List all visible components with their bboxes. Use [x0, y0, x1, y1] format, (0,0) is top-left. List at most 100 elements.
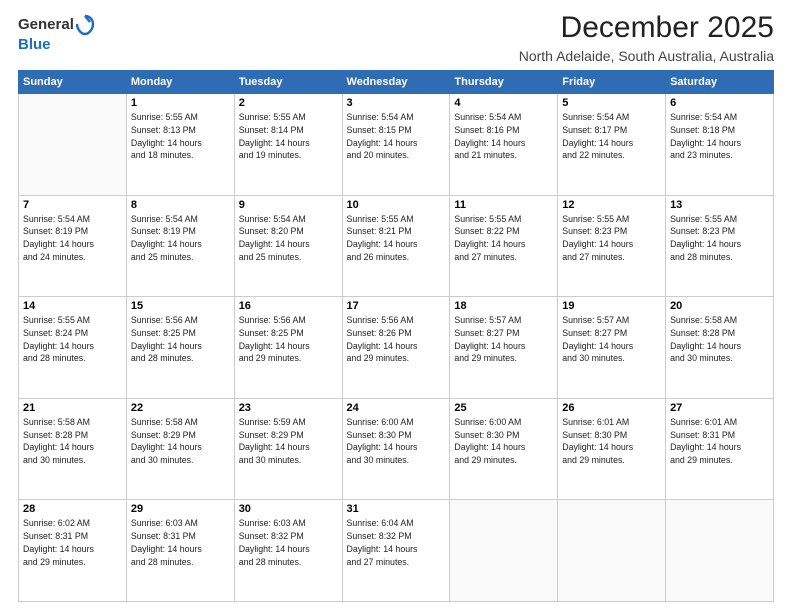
day-info: Sunrise: 6:03 AMSunset: 8:32 PMDaylight:…	[239, 517, 338, 568]
day-number: 15	[131, 300, 230, 312]
day-number: 7	[23, 199, 122, 211]
main-title: December 2025	[519, 10, 774, 46]
day-number: 26	[562, 402, 661, 414]
logo-blue: Blue	[18, 36, 51, 53]
logo: General Blue	[18, 14, 94, 54]
col-monday: Monday	[126, 71, 234, 94]
col-thursday: Thursday	[450, 71, 558, 94]
calendar-cell: 28Sunrise: 6:02 AMSunset: 8:31 PMDayligh…	[19, 500, 127, 602]
calendar-cell: 17 Sunrise: 5:56 AMSunset: 8:26 PMDayligh…	[342, 297, 450, 399]
calendar-header: Sunday Monday Tuesday Wednesday Thursday…	[19, 71, 774, 94]
day-info: Sunrise: 5:59 AMSunset: 8:29 PMDaylight:…	[239, 416, 338, 467]
calendar-cell: 5 Sunrise: 5:54 AMSunset: 8:17 PMDaylight…	[558, 94, 666, 196]
day-info: Sunrise: 5:54 AMSunset: 8:19 PMDaylight:…	[131, 213, 230, 264]
calendar-cell: 31 Sunrise: 6:04 AMSunset: 8:32 PMDayligh…	[342, 500, 450, 602]
day-number: 14	[23, 300, 122, 312]
title-block: December 2025 North Adelaide, South Aust…	[519, 10, 774, 64]
day-info: Sunrise: 5:55 AMSunset: 8:22 PMDaylight:…	[454, 213, 553, 264]
page: General Blue December 2025 North Adelaid…	[0, 0, 792, 612]
logo-general: General	[18, 16, 74, 34]
day-number: 4	[454, 97, 553, 109]
day-number: 6	[670, 97, 769, 109]
calendar-cell: 30 Sunrise: 6:03 AMSunset: 8:32 PMDayligh…	[234, 500, 342, 602]
day-info: Sunrise: 5:56 AMSunset: 8:26 PMDaylight:…	[347, 314, 446, 365]
day-info: Sunrise: 5:54 AMSunset: 8:16 PMDaylight:…	[454, 111, 553, 162]
calendar-week-5: 28Sunrise: 6:02 AMSunset: 8:31 PMDayligh…	[19, 500, 774, 602]
weekday-row: Sunday Monday Tuesday Wednesday Thursday…	[19, 71, 774, 94]
calendar-cell: 26Sunrise: 6:01 AMSunset: 8:30 PMDayligh…	[558, 398, 666, 500]
day-info: Sunrise: 6:03 AMSunset: 8:31 PMDaylight:…	[131, 517, 230, 568]
calendar-cell: 8 Sunrise: 5:54 AMSunset: 8:19 PMDaylight…	[126, 195, 234, 297]
day-number: 5	[562, 97, 661, 109]
day-number: 23	[239, 402, 338, 414]
day-info: Sunrise: 6:04 AMSunset: 8:32 PMDaylight:…	[347, 517, 446, 568]
day-info: Sunrise: 5:58 AMSunset: 8:28 PMDaylight:…	[670, 314, 769, 365]
day-info: Sunrise: 6:01 AMSunset: 8:31 PMDaylight:…	[670, 416, 769, 467]
col-wednesday: Wednesday	[342, 71, 450, 94]
calendar-cell: 16 Sunrise: 5:56 AMSunset: 8:25 PMDayligh…	[234, 297, 342, 399]
day-number: 19	[562, 300, 661, 312]
calendar-table: Sunday Monday Tuesday Wednesday Thursday…	[18, 70, 774, 602]
calendar-cell: 4 Sunrise: 5:54 AMSunset: 8:16 PMDaylight…	[450, 94, 558, 196]
day-number: 17	[347, 300, 446, 312]
calendar-cell: 25Sunrise: 6:00 AMSunset: 8:30 PMDayligh…	[450, 398, 558, 500]
calendar-cell: 1Sunrise: 5:55 AMSunset: 8:13 PMDaylight…	[126, 94, 234, 196]
calendar-cell: 6 Sunrise: 5:54 AMSunset: 8:18 PMDaylight…	[666, 94, 774, 196]
calendar-cell	[19, 94, 127, 196]
day-info: Sunrise: 5:57 AMSunset: 8:27 PMDaylight:…	[454, 314, 553, 365]
day-info: Sunrise: 5:55 AMSunset: 8:23 PMDaylight:…	[670, 213, 769, 264]
calendar-cell: 7 Sunrise: 5:54 AMSunset: 8:19 PMDaylight…	[19, 195, 127, 297]
day-number: 2	[239, 97, 338, 109]
calendar-cell: 19Sunrise: 5:57 AMSunset: 8:27 PMDayligh…	[558, 297, 666, 399]
calendar-week-2: 7 Sunrise: 5:54 AMSunset: 8:19 PMDaylight…	[19, 195, 774, 297]
calendar-cell: 13 Sunrise: 5:55 AMSunset: 8:23 PMDayligh…	[666, 195, 774, 297]
day-number: 24	[347, 402, 446, 414]
day-number: 18	[454, 300, 553, 312]
calendar-cell: 15 Sunrise: 5:56 AMSunset: 8:25 PMDayligh…	[126, 297, 234, 399]
day-number: 30	[239, 503, 338, 515]
day-number: 16	[239, 300, 338, 312]
day-info: Sunrise: 5:54 AMSunset: 8:19 PMDaylight:…	[23, 213, 122, 264]
calendar-week-3: 14 Sunrise: 5:55 AMSunset: 8:24 PMDayligh…	[19, 297, 774, 399]
day-info: Sunrise: 5:54 AMSunset: 8:17 PMDaylight:…	[562, 111, 661, 162]
day-number: 10	[347, 199, 446, 211]
day-number: 27	[670, 402, 769, 414]
day-number: 1	[131, 97, 230, 109]
calendar-cell: 14 Sunrise: 5:55 AMSunset: 8:24 PMDayligh…	[19, 297, 127, 399]
col-tuesday: Tuesday	[234, 71, 342, 94]
day-info: Sunrise: 5:54 AMSunset: 8:18 PMDaylight:…	[670, 111, 769, 162]
day-number: 21	[23, 402, 122, 414]
calendar-cell: 12Sunrise: 5:55 AMSunset: 8:23 PMDayligh…	[558, 195, 666, 297]
col-sunday: Sunday	[19, 71, 127, 94]
calendar-cell: 21 Sunrise: 5:58 AMSunset: 8:28 PMDayligh…	[19, 398, 127, 500]
day-info: Sunrise: 5:54 AMSunset: 8:15 PMDaylight:…	[347, 111, 446, 162]
day-number: 3	[347, 97, 446, 109]
day-number: 13	[670, 199, 769, 211]
calendar-cell: 22Sunrise: 5:58 AMSunset: 8:29 PMDayligh…	[126, 398, 234, 500]
calendar-cell: 18 Sunrise: 5:57 AMSunset: 8:27 PMDayligh…	[450, 297, 558, 399]
logo-icon	[76, 14, 94, 36]
day-info: Sunrise: 5:56 AMSunset: 8:25 PMDaylight:…	[131, 314, 230, 365]
day-number: 22	[131, 402, 230, 414]
day-info: Sunrise: 6:00 AMSunset: 8:30 PMDaylight:…	[347, 416, 446, 467]
col-saturday: Saturday	[666, 71, 774, 94]
calendar-cell	[450, 500, 558, 602]
calendar-cell: 9Sunrise: 5:54 AMSunset: 8:20 PMDaylight…	[234, 195, 342, 297]
day-info: Sunrise: 5:56 AMSunset: 8:25 PMDaylight:…	[239, 314, 338, 365]
calendar-cell: 24 Sunrise: 6:00 AMSunset: 8:30 PMDayligh…	[342, 398, 450, 500]
day-number: 31	[347, 503, 446, 515]
day-number: 25	[454, 402, 553, 414]
col-friday: Friday	[558, 71, 666, 94]
day-info: Sunrise: 5:55 AMSunset: 8:24 PMDaylight:…	[23, 314, 122, 365]
calendar-cell: 11Sunrise: 5:55 AMSunset: 8:22 PMDayligh…	[450, 195, 558, 297]
sub-title: North Adelaide, South Australia, Austral…	[519, 48, 774, 64]
day-number: 28	[23, 503, 122, 515]
day-info: Sunrise: 5:55 AMSunset: 8:21 PMDaylight:…	[347, 213, 446, 264]
day-number: 8	[131, 199, 230, 211]
day-number: 9	[239, 199, 338, 211]
day-info: Sunrise: 5:58 AMSunset: 8:28 PMDaylight:…	[23, 416, 122, 467]
header: General Blue December 2025 North Adelaid…	[18, 10, 774, 64]
calendar-cell: 20Sunrise: 5:58 AMSunset: 8:28 PMDayligh…	[666, 297, 774, 399]
calendar-cell: 23 Sunrise: 5:59 AMSunset: 8:29 PMDayligh…	[234, 398, 342, 500]
calendar-week-1: 1Sunrise: 5:55 AMSunset: 8:13 PMDaylight…	[19, 94, 774, 196]
